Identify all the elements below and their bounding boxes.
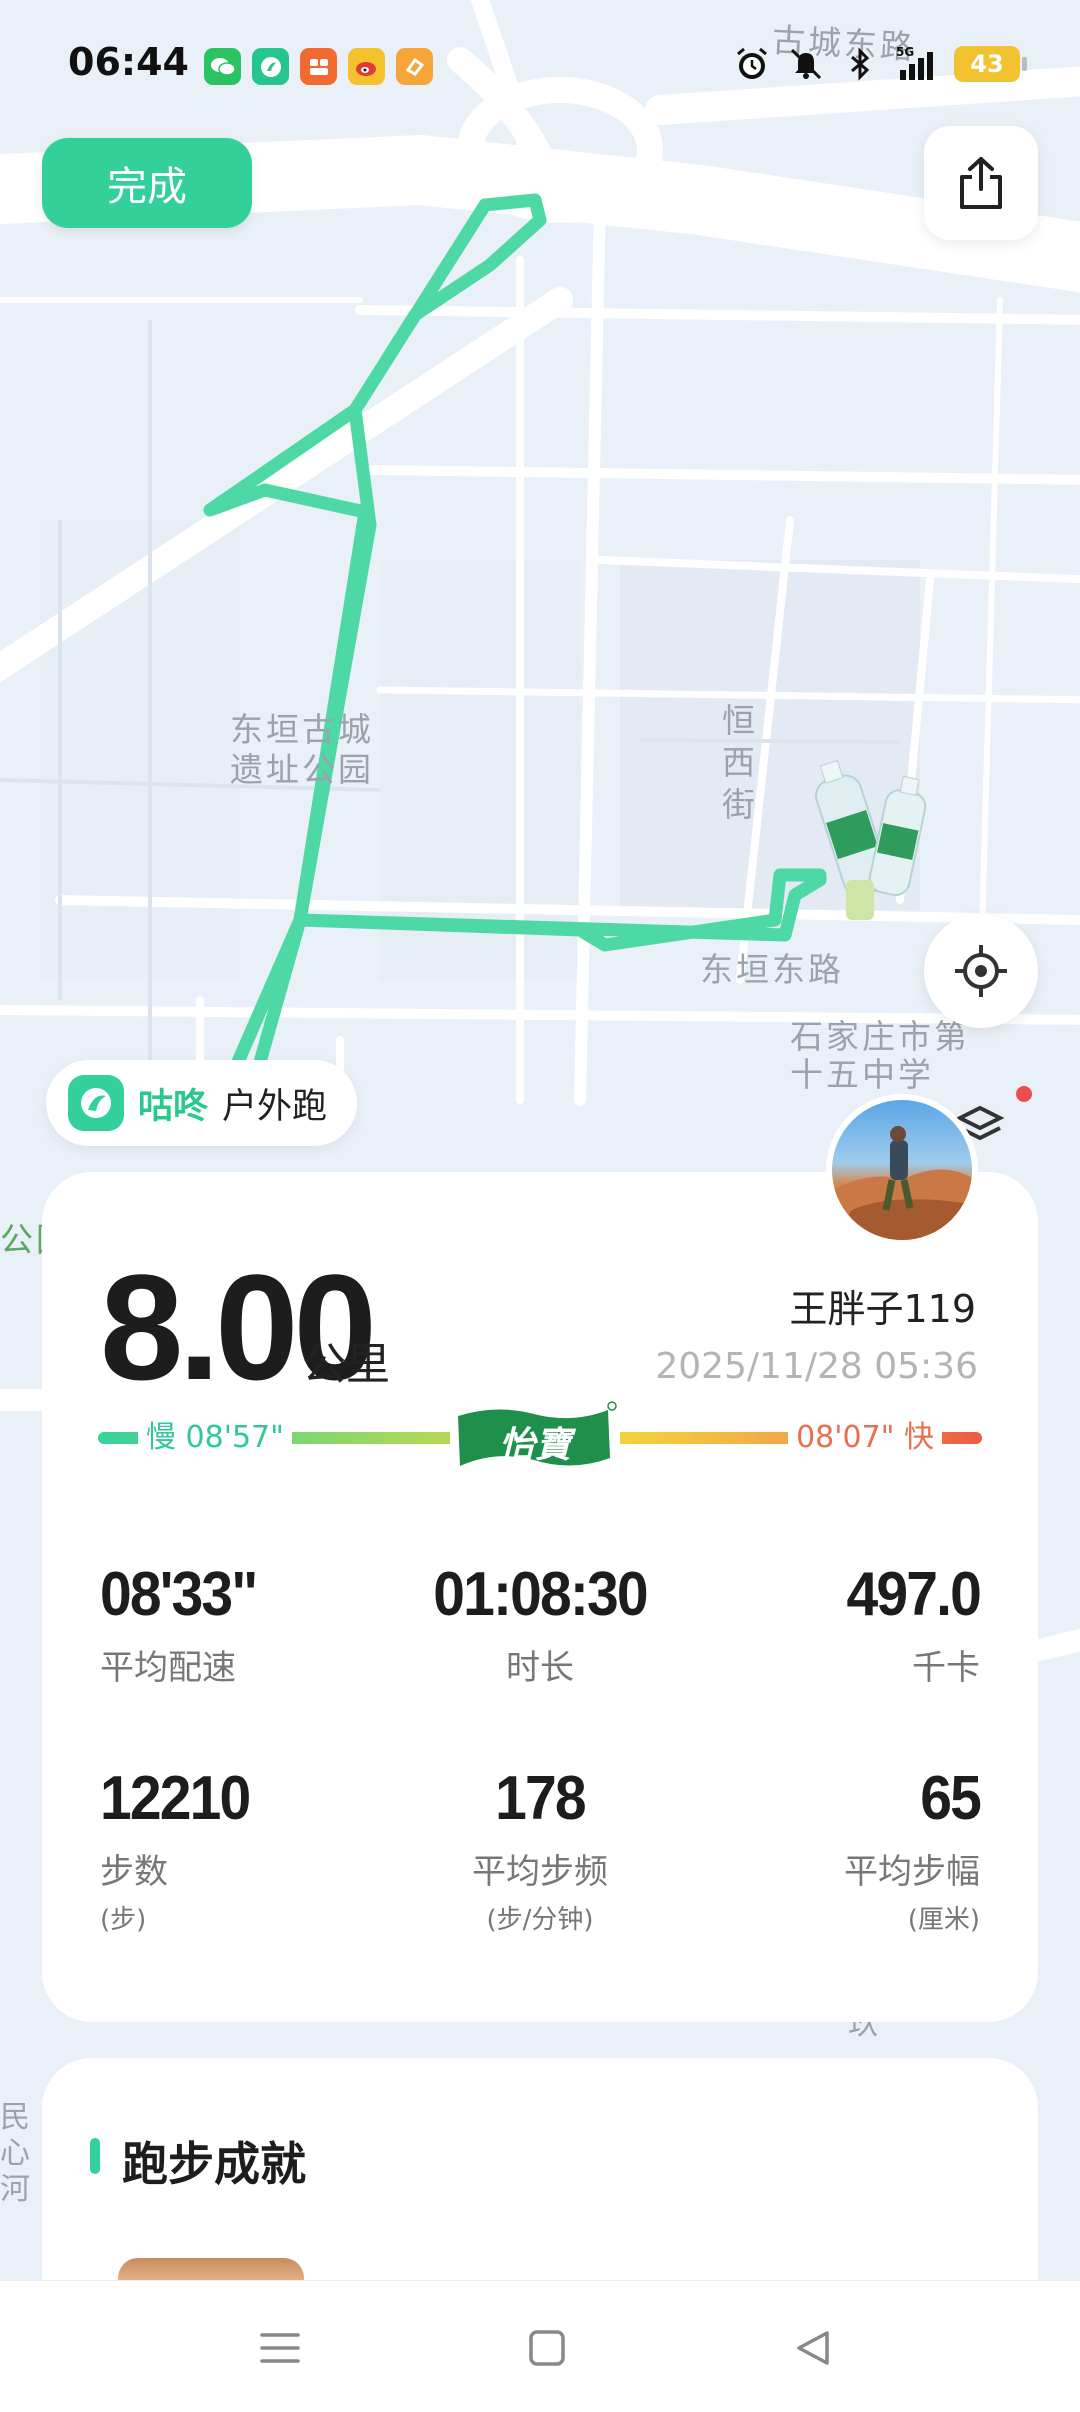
mute-icon	[790, 48, 822, 80]
stat-value: 01:08:30	[433, 1560, 648, 1629]
brand-name: 咕咚	[138, 1086, 209, 1127]
sponsor-text: 怡寶	[498, 1425, 571, 1466]
stat-stride: 65 平均步幅 (厘米)	[680, 1764, 982, 1936]
stat-label: 时长	[506, 1648, 574, 1688]
notification-icons	[204, 48, 433, 85]
stat-label: 平均步幅	[844, 1852, 980, 1892]
alarm-icon	[737, 47, 767, 79]
stat-value: 12210	[100, 1764, 251, 1833]
share-icon	[960, 157, 1002, 209]
pace-gradient-bar: 慢 08'57" 08'07" 快 怡寶	[98, 1396, 982, 1482]
map-label-park: 东垣古城 遗址公园	[230, 710, 374, 789]
map-label-road: 东垣东路	[700, 950, 844, 989]
stat-value: 65	[920, 1764, 982, 1833]
stat-label: 步数	[100, 1852, 168, 1892]
home-icon	[529, 2330, 565, 2366]
notification-dot	[1016, 1086, 1032, 1102]
avatar-photo	[832, 1126, 972, 1240]
signal-5g-icon: 5G	[896, 45, 933, 80]
locate-icon	[955, 945, 1007, 997]
stat-steps: 12210 步数 (步)	[100, 1764, 400, 1936]
stat-value: 497.0	[846, 1560, 981, 1629]
weibo-icon	[348, 48, 385, 85]
map-label-street: 恒 西 街	[722, 701, 758, 824]
back-button[interactable]	[778, 2313, 848, 2383]
username: 王胖子119	[789, 1287, 976, 1331]
achievements-title: 跑步成就	[122, 2137, 306, 2191]
achievements-card: 跑步成就	[42, 2058, 1038, 2318]
codoon-logo-icon	[68, 1075, 124, 1131]
menu-button[interactable]	[245, 2313, 315, 2383]
system-icons: 5G 43	[732, 44, 1027, 84]
distance-unit: 公里	[302, 1339, 390, 1390]
locate-button[interactable]	[924, 914, 1038, 1028]
stat-value: 178	[495, 1764, 586, 1833]
stat-cadence: 178 平均步频 (步/分钟)	[390, 1764, 690, 1936]
stat-duration: 01:08:30 时长	[390, 1560, 690, 1689]
stat-unit: (厘米)	[907, 1905, 980, 1935]
navigation-bar	[0, 2280, 1080, 2412]
map-label-river: 民 心 河	[0, 2100, 33, 2207]
water-bottle-marker	[815, 759, 927, 920]
stat-value: 08'33"	[100, 1560, 258, 1629]
stat-calories: 497.0 千卡	[680, 1560, 981, 1689]
status-time: 06:44	[68, 40, 189, 84]
app-icon	[252, 48, 289, 85]
brand-pill: 咕咚 户外跑	[46, 1060, 358, 1146]
svg-text:5G: 5G	[896, 45, 914, 59]
home-button[interactable]	[512, 2313, 582, 2383]
wechat-icon	[204, 48, 241, 85]
battery-indicator: 43	[954, 46, 1027, 82]
avatar[interactable]	[826, 1094, 978, 1246]
section-marker	[90, 2138, 100, 2174]
done-button[interactable]: 完成	[42, 138, 252, 228]
stat-unit: (步)	[100, 1905, 147, 1935]
share-button[interactable]	[924, 126, 1038, 240]
pace-fastest-label: 08'07" 快	[788, 1414, 942, 1462]
app-icon	[396, 48, 433, 85]
run-date: 2025/11/28 05:36	[655, 1346, 978, 1387]
map-label-school: 石家庄市第 十五中学	[790, 1017, 970, 1094]
sport-type: 户外跑	[222, 1086, 328, 1127]
stat-unit: (步/分钟)	[486, 1905, 594, 1935]
bluetooth-icon	[851, 47, 870, 81]
video-app-icon	[300, 48, 337, 85]
status-bar: 06:44 5G 43	[0, 30, 1080, 110]
stat-label: 千卡	[912, 1648, 980, 1688]
stat-avg-pace: 08'33" 平均配速	[100, 1560, 400, 1689]
stat-label: 平均步频	[472, 1852, 608, 1892]
stat-label: 平均配速	[100, 1648, 236, 1688]
pace-slowest-label: 慢 08'57"	[138, 1414, 292, 1462]
menu-icon	[260, 2333, 300, 2363]
back-icon	[797, 2331, 829, 2365]
